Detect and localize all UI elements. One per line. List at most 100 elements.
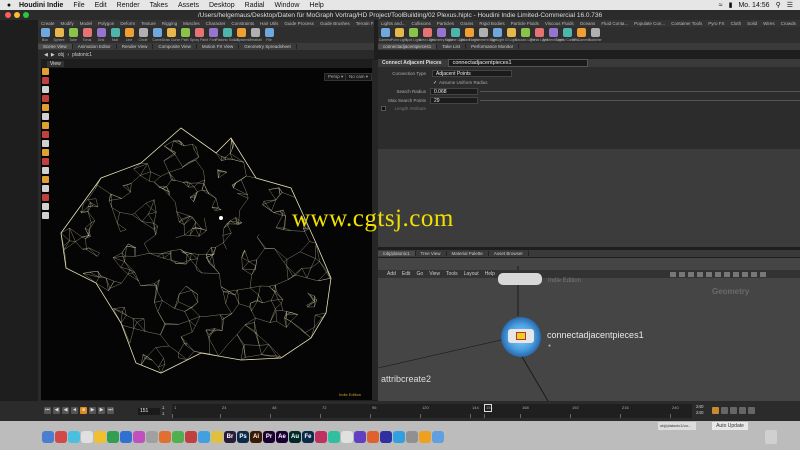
- dock-app-icon[interactable]: [68, 431, 80, 443]
- shelf-tab[interactable]: Polygon: [95, 21, 117, 26]
- shelf-tool[interactable]: Sky Light: [490, 27, 504, 44]
- shelf-tab[interactable]: Pyro FX: [705, 21, 727, 26]
- current-frame-field[interactable]: 151: [138, 408, 160, 415]
- shelf-tab[interactable]: Guide Brushes: [317, 21, 353, 26]
- shelf-tool[interactable]: Box: [38, 27, 52, 44]
- viewport-tool-icon[interactable]: [42, 149, 49, 156]
- network-menu-item[interactable]: Tools: [443, 271, 461, 277]
- back-icon[interactable]: ◀: [44, 52, 48, 58]
- viewport-tool-icon[interactable]: [42, 95, 49, 102]
- persp-menu[interactable]: Persp ▾: [324, 73, 348, 81]
- dock-app-icon[interactable]: [419, 431, 431, 443]
- shelf-tab[interactable]: Wires: [760, 21, 778, 26]
- viewport-tool-icon[interactable]: [42, 194, 49, 201]
- range-start-field-2[interactable]: 1: [162, 411, 165, 416]
- pane-tab[interactable]: Material Palette: [447, 251, 489, 256]
- viewport-tool-icon[interactable]: [42, 86, 49, 93]
- dock-adobe-icon[interactable]: Fe: [302, 431, 314, 443]
- wifi-icon[interactable]: ≈: [716, 2, 726, 9]
- dock-app-icon[interactable]: [354, 431, 366, 443]
- viewport-tool-icon[interactable]: [42, 68, 49, 75]
- network-menu-item[interactable]: Add: [384, 271, 399, 277]
- shelf-tab[interactable]: Texture: [138, 21, 159, 26]
- shelf-tab[interactable]: Oceans: [577, 21, 599, 26]
- max-search-points-field[interactable]: 29: [430, 97, 478, 104]
- path-obj[interactable]: obj: [58, 52, 65, 58]
- shelf-tab[interactable]: Particle Fluids: [508, 21, 542, 26]
- dock-adobe-icon[interactable]: Ps: [237, 431, 249, 443]
- shelf-tab[interactable]: Particles: [434, 21, 457, 26]
- network-menu-item[interactable]: Go: [414, 271, 427, 277]
- viewport-tool-icon[interactable]: [42, 185, 49, 192]
- uniform-radius-checkbox[interactable]: ✓: [433, 80, 437, 86]
- shelf-tool[interactable]: Environment Light: [469, 27, 497, 44]
- net-tool-icon-4[interactable]: [697, 272, 703, 277]
- key-icon-4[interactable]: [739, 407, 746, 414]
- shelf-tool[interactable]: Null: [108, 27, 122, 44]
- pane-tab[interactable]: Animation Editor: [73, 44, 117, 49]
- pane-tab[interactable]: connectadjacentpieces1: [378, 44, 438, 49]
- shelf-tool[interactable]: VR Camera: [572, 27, 590, 44]
- pane-tab[interactable]: Scene View: [38, 44, 73, 49]
- shelf-tab[interactable]: Guide Process: [281, 21, 317, 26]
- timeline-ruler[interactable]: 1 24 48 72 96 120 144 151 168 192 216 240: [172, 404, 692, 418]
- viewport-tool-icon[interactable]: [42, 122, 49, 129]
- shelf-tab[interactable]: Create: [38, 21, 58, 26]
- network-menu-item[interactable]: Layout: [461, 271, 482, 277]
- shelf-tool[interactable]: Point Light: [391, 27, 407, 44]
- net-tool-icon-2[interactable]: [679, 272, 685, 277]
- net-tool-icon-5[interactable]: [706, 272, 712, 277]
- viewport-tool-icon[interactable]: [42, 212, 49, 219]
- dock-app-icon[interactable]: [341, 431, 353, 443]
- shelf-tool[interactable]: Line: [122, 27, 136, 44]
- menu-edit[interactable]: Edit: [90, 2, 112, 9]
- shelf-tab[interactable]: Populate Con...: [631, 21, 668, 26]
- scene-viewport[interactable]: [41, 68, 372, 400]
- pivot-handle[interactable]: [219, 216, 223, 220]
- range-end-bottom[interactable]: 240: [696, 410, 704, 416]
- dock-app-icon[interactable]: [107, 431, 119, 443]
- shelf-tool[interactable]: Switcher: [588, 27, 602, 44]
- shelf-tab[interactable]: Solid: [744, 21, 760, 26]
- range-start-field[interactable]: 1: [162, 405, 165, 410]
- dock-app-icon[interactable]: [94, 431, 106, 443]
- viewport-tool-icon[interactable]: [42, 158, 49, 165]
- close-window-button[interactable]: [5, 12, 11, 18]
- shelf-tool[interactable]: Metaball: [248, 27, 262, 44]
- pane-tab[interactable]: Geometry Spreadsheet: [239, 44, 297, 49]
- shelf-tab[interactable]: Grains: [457, 21, 476, 26]
- key-icon-2[interactable]: [721, 407, 728, 414]
- shelf-tab[interactable]: Fluid Conta...: [598, 21, 631, 26]
- net-tool-icon-8[interactable]: [733, 272, 739, 277]
- jump-start-icon[interactable]: ⏮: [44, 407, 51, 414]
- clock[interactable]: Mo. 14:56: [735, 2, 772, 9]
- shelf-tab[interactable]: Character: [203, 21, 229, 26]
- shelf-tab[interactable]: Cloth: [728, 21, 745, 26]
- viewport-tool-icon[interactable]: [42, 131, 49, 138]
- dock-app-icon[interactable]: [198, 431, 210, 443]
- play-reverse-icon[interactable]: ◀: [62, 407, 69, 414]
- net-tool-icon-1[interactable]: [670, 272, 676, 277]
- dock-app-icon[interactable]: [432, 431, 444, 443]
- shelf-tab[interactable]: Rigging: [159, 21, 180, 26]
- net-tool-icon-9[interactable]: [742, 272, 748, 277]
- dock-app-icon[interactable]: [159, 431, 171, 443]
- shelf-tool[interactable]: Grid: [94, 27, 108, 44]
- menu-desktop[interactable]: Desktop: [204, 2, 240, 9]
- camera-menu[interactable]: No cam ▾: [345, 73, 373, 81]
- dock-app-icon[interactable]: [315, 431, 327, 443]
- menu-window[interactable]: Window: [270, 2, 305, 9]
- shelf-tab[interactable]: Lights and...: [378, 21, 409, 26]
- path-geo[interactable]: platonic1: [72, 52, 92, 58]
- shelf-tab[interactable]: Crowds: [778, 21, 799, 26]
- pane-tab[interactable]: Motion FX View: [197, 44, 240, 49]
- viewport-tool-icon[interactable]: [42, 104, 49, 111]
- key-back-icon[interactable]: ◄: [71, 407, 78, 414]
- upper-node[interactable]: [498, 273, 542, 285]
- network-menu-item[interactable]: Help: [482, 271, 498, 277]
- menu-render[interactable]: Render: [112, 2, 145, 9]
- dock-app-icon[interactable]: [120, 431, 132, 443]
- dock-minimized-window[interactable]: obj/platonic1/co...: [658, 422, 696, 430]
- menu-list-icon[interactable]: ☰: [784, 1, 796, 9]
- play-icon[interactable]: ▶: [89, 407, 96, 414]
